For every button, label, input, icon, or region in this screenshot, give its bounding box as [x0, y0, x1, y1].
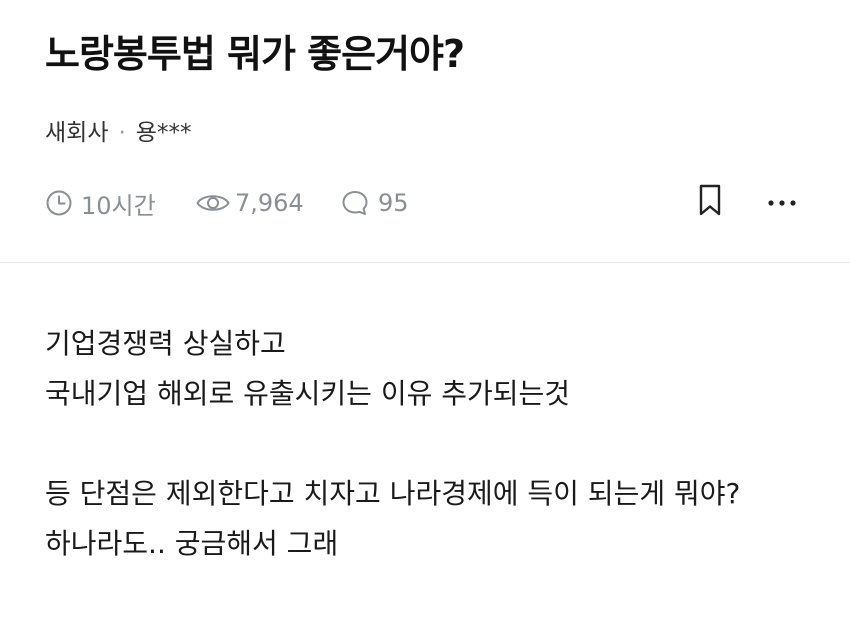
comments-stat[interactable]: 95: [340, 189, 409, 217]
views-stat: 7,964: [195, 189, 340, 217]
bookmark-icon: [695, 183, 725, 221]
body-line: 기업경쟁력 상실하고: [45, 327, 286, 360]
clock-icon: [45, 189, 73, 217]
author-name[interactable]: 용***: [136, 120, 192, 146]
body-line: 국내기업 해외로 유출시키는 이유 추가되는것: [45, 377, 571, 410]
comment-count: 95: [378, 189, 409, 217]
view-count: 7,964: [235, 189, 304, 217]
meta-separator: ·: [118, 120, 126, 146]
category-link[interactable]: 새회사: [45, 120, 108, 146]
post-meta: 새회사 · 용***: [45, 116, 191, 150]
eye-icon: [195, 189, 231, 217]
more-dots-icon: [767, 193, 797, 212]
header-divider: [0, 262, 850, 263]
time-ago: 10시간: [81, 191, 156, 220]
body-line: 하나라도.. 궁금해서 그래: [45, 527, 339, 560]
more-options-button[interactable]: [762, 182, 802, 222]
bookmark-button[interactable]: [690, 182, 730, 222]
post-page: 노랑봉투법 뭐가 좋은거야? 새회사 · 용*** 10시간 7,964 95 …: [0, 0, 850, 627]
body-line: 등 단점은 제외한다고 치자고 나라경제에 득이 되는게 뭐야?: [45, 477, 741, 510]
time-stat: 10시간: [45, 186, 195, 221]
comment-bubble-icon: [340, 189, 370, 217]
post-body: 기업경쟁력 상실하고 국내기업 해외로 유출시키는 이유 추가되는것 등 단점은…: [45, 319, 740, 569]
body-blank-line: [45, 419, 740, 469]
post-title: 노랑봉투법 뭐가 좋은거야?: [45, 32, 465, 76]
post-stats: 10시간 7,964 95: [45, 184, 409, 222]
